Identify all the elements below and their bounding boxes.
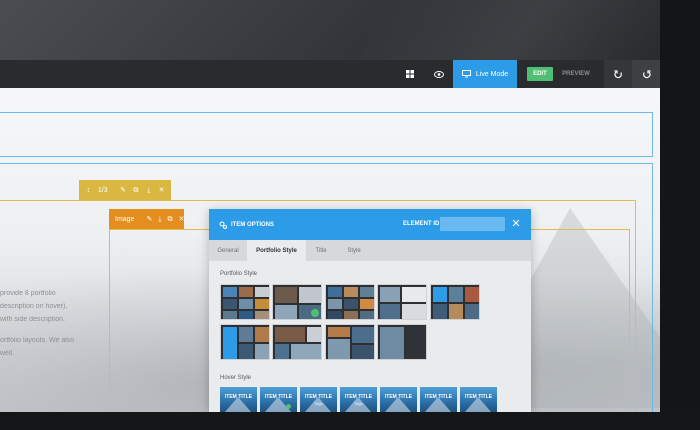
duplicate-icon[interactable]: ⧉ [132, 187, 139, 194]
live-mode-button[interactable]: Live Mode [453, 60, 517, 88]
edit-icon[interactable]: ✎ [120, 187, 127, 194]
download-icon[interactable]: ⤓ [158, 216, 161, 223]
edit-button[interactable]: EDIT [527, 67, 553, 81]
dialog-title-text: ITEM OPTIONS [231, 222, 275, 228]
element-id-input[interactable] [440, 217, 505, 231]
image-module-toolbar[interactable]: Image ✎ ⤓ ⧉ ✕ [109, 209, 184, 229]
undo-icon [613, 69, 622, 78]
element-id-label: ELEMENT ID : [403, 221, 443, 227]
hover-item-title: ITEM TITLE [384, 394, 413, 400]
hover-item-title: ITEM TITLE [424, 394, 453, 400]
body-text-line: with side description. [0, 316, 65, 323]
settings-icon [219, 221, 227, 229]
hover-style-option[interactable]: ITEM TITLE [420, 387, 457, 412]
close-icon[interactable]: ✕ [158, 187, 165, 194]
hover-style-option[interactable]: ITEM TITLE Tags [340, 387, 377, 412]
portfolio-style-option[interactable] [220, 284, 270, 320]
portfolio-style-option[interactable] [220, 324, 270, 360]
close-icon[interactable]: ✕ [510, 218, 522, 230]
dialog-title: ITEM OPTIONS [219, 221, 274, 229]
duplicate-icon[interactable]: ⧉ [167, 216, 172, 223]
visibility-button[interactable] [428, 60, 450, 88]
device-bezel-bottom [0, 412, 700, 430]
hover-item-sub: Tags [354, 401, 363, 406]
portfolio-style-option[interactable] [377, 324, 427, 360]
hover-item-title: ITEM TITLE [264, 394, 293, 400]
column-toolbar[interactable]: ↕ 1/3 ✎ ⧉ ⤓ ✕ [79, 180, 171, 200]
hover-item-title: ITEM TITLE [464, 394, 493, 400]
hover-item-title: ITEM TITLE [304, 394, 333, 400]
redo-icon [642, 69, 651, 78]
body-text-line: ortfolio layouts. We also [0, 337, 75, 344]
grid-icon [406, 70, 414, 78]
selected-check-icon [286, 404, 291, 409]
tab-title[interactable]: Title [306, 240, 336, 261]
close-icon[interactable]: ✕ [178, 216, 184, 223]
download-icon[interactable]: ⤓ [145, 187, 152, 194]
hover-style-option[interactable]: ITEM TITLE [460, 387, 497, 412]
preview-button[interactable]: PREVIEW [558, 60, 594, 88]
dialog-tabs: General Portfolio Style Title Style [209, 240, 531, 261]
redo-button[interactable] [632, 60, 660, 88]
hover-item-title: ITEM TITLE [344, 394, 373, 400]
portfolio-style-option[interactable] [272, 324, 322, 360]
hover-item-title: ITEM TITLE [224, 394, 253, 400]
portfolio-style-option[interactable] [377, 284, 427, 320]
tab-portfolio-style[interactable]: Portfolio Style [247, 240, 306, 261]
layout-grid-button[interactable] [398, 60, 422, 88]
column-size-label: 1/3 [97, 186, 108, 194]
portfolio-style-option[interactable] [325, 324, 375, 360]
device-bezel-right [660, 0, 700, 430]
hover-style-option[interactable]: ITEM TITLE [220, 387, 257, 412]
hover-item-sub: Tags [314, 401, 323, 406]
selected-check-icon [311, 309, 319, 317]
portfolio-style-option[interactable] [272, 284, 322, 320]
hover-style-label: Hover Style [220, 375, 252, 381]
live-mode-label: Live Mode [475, 70, 509, 78]
edit-icon[interactable]: ✎ [146, 216, 152, 223]
body-text-line: description on hover), [0, 303, 68, 310]
monitor-icon [461, 70, 471, 78]
body-text-line: well. [0, 350, 15, 357]
eye-icon [434, 70, 444, 78]
module-name-label: Image [115, 215, 135, 223]
hover-style-option[interactable]: ITEM TITLE Tags [300, 387, 337, 412]
hover-style-option[interactable]: ITEM TITLE [260, 387, 297, 412]
portfolio-style-option[interactable] [325, 284, 375, 320]
item-options-dialog: ITEM OPTIONS ELEMENT ID : ✕ General Port… [209, 209, 531, 412]
move-icon[interactable]: ↕ [85, 187, 92, 194]
hover-style-option[interactable]: ITEM TITLE [380, 387, 417, 412]
tab-general[interactable]: General [209, 240, 247, 261]
tab-style[interactable]: Style [336, 240, 372, 261]
row-outline[interactable] [0, 112, 653, 157]
portfolio-style-option[interactable] [430, 284, 480, 320]
undo-button[interactable] [604, 60, 632, 88]
portfolio-style-label: Portfolio Style [220, 271, 258, 277]
body-text-line: provide 8 portfolio [0, 290, 56, 297]
